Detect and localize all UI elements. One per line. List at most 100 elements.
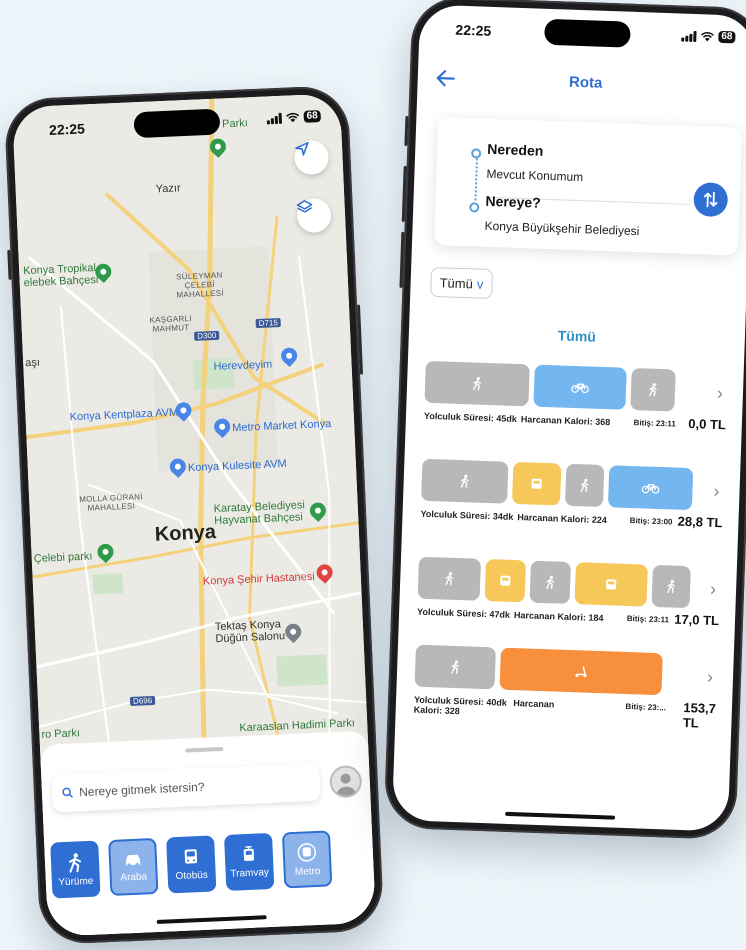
wifi-icon [700, 31, 714, 41]
search-bar[interactable] [51, 762, 321, 813]
map-label-herevdeyim: Herevdeyim [213, 358, 273, 374]
segment-bus [574, 562, 648, 607]
walk-icon [580, 478, 589, 493]
mode-label: Araba [120, 870, 148, 884]
chevron-right-icon: › [709, 578, 717, 600]
avatar[interactable] [329, 764, 363, 799]
side-button [404, 115, 409, 147]
route-segments [414, 644, 690, 697]
to-label: Nereye? [485, 192, 542, 211]
segment-walk [529, 560, 571, 604]
chevron-down-icon: v [476, 276, 484, 292]
route-calories: Harcanan Kalori: 368 [520, 414, 611, 428]
side-button [401, 165, 407, 222]
bike-icon [571, 383, 589, 394]
route-option[interactable]: › Yolculuk Süresi: 34dk Harcanan Kalori: … [420, 458, 727, 550]
segment-walk [651, 564, 691, 609]
route-option[interactable]: › Yolculuk Süresi: 40dk Harcanan Kalori:… [413, 644, 720, 746]
battery-icon: 68 [303, 110, 321, 123]
bus-icon [184, 848, 198, 864]
side-button [7, 249, 12, 280]
mode-bus[interactable]: Otobüs [166, 835, 217, 894]
segment-walk [417, 556, 482, 601]
segment-bike [533, 364, 627, 410]
status-time: 22:25 [48, 120, 86, 138]
map-label-karatay: Karatay Belediyesi Hayvanat Bahçesi [213, 499, 306, 528]
from-field[interactable]: Mevcut Konumum [486, 167, 583, 184]
status-time: 22:25 [455, 21, 492, 39]
route-meta: Yolculuk Süresi: 40dk Harcanan Kalori: 3… [414, 695, 555, 720]
sheet-grabber[interactable] [185, 746, 224, 753]
route-end-time: Bitiş: 23:... [625, 701, 667, 713]
road-tag-d300: D300 [194, 330, 220, 341]
layers-icon [296, 200, 313, 213]
mode-label: Yürüme [58, 875, 94, 888]
chevron-right-icon: › [713, 480, 720, 502]
map-label-kasgarli: KAŞGARLI MAHMUT [149, 313, 193, 334]
filter-value: Tümü [439, 274, 474, 291]
map-label-celebi: Çelebi parkı [33, 550, 93, 566]
from-label: Nereden [487, 140, 544, 159]
mode-car[interactable]: Araba [108, 837, 159, 897]
search-icon [62, 787, 73, 798]
filter-dropdown[interactable]: Tümü v [430, 266, 493, 300]
segment-bus [484, 559, 527, 603]
route-price: 153,7 TL [682, 699, 717, 731]
bus-icon [606, 578, 617, 590]
location-arrow-icon [295, 141, 309, 156]
map-label-ro: ro Parkı [41, 727, 81, 741]
segment-walk [421, 458, 509, 504]
phone-routes: 22:25 68 Rota Nereden Mevcut Konumum Ner… [383, 0, 746, 840]
swap-button[interactable] [693, 182, 729, 218]
side-button [399, 231, 405, 288]
route-end-time: Bitiş: 23:11 [633, 418, 677, 429]
bottom-sheet: Yürüme Araba Otobüs Tramvay Metro [39, 730, 376, 937]
mode-metro[interactable]: Metro [281, 830, 333, 889]
mode-tram[interactable]: Tramvay [223, 832, 275, 891]
map-label-tropikal: Konya Tropikal elebek Bahçesi [22, 262, 99, 290]
side-button [356, 304, 364, 375]
walk-icon [649, 383, 657, 397]
map-label-molla: MOLLA GÜRANİ MAHALLESİ [79, 492, 143, 513]
chevron-right-icon: › [706, 666, 714, 688]
route-option[interactable]: › Yolculuk Süresi: 47dk Harcanan Kalori: … [416, 556, 723, 648]
destination-dot [469, 202, 480, 213]
route-price: 0,0 TL [688, 415, 727, 433]
map-label-yazir: Yazır [155, 182, 181, 196]
tram-icon [243, 845, 255, 861]
map-label-tektas: Tektaş Konya Düğün Salonu [214, 618, 286, 646]
route-meta: Yolculuk Süresi: 47dk Harcanan Kalori: 18… [417, 607, 608, 624]
walk-icon [68, 852, 81, 873]
mode-walk[interactable]: Yürüme [50, 840, 101, 899]
bike-icon [641, 483, 660, 494]
route-connector [474, 158, 478, 201]
route-option[interactable]: › Yolculuk Süresi: 45dk Harcanan Kalori: … [423, 360, 730, 452]
to-field[interactable]: Konya Büyükşehir Belediyesi [484, 219, 639, 238]
walk-icon [445, 572, 454, 586]
segment-scooter [499, 647, 663, 696]
route-segments [417, 556, 693, 609]
mode-label: Tramvay [230, 866, 270, 880]
road-tag-d696: D696 [129, 695, 156, 706]
segment-walk [564, 463, 605, 508]
route-card: Nereden Mevcut Konumum Nereye? Konya Büy… [433, 117, 743, 256]
mode-label: Otobüs [175, 869, 209, 882]
route-price: 17,0 TL [673, 611, 720, 629]
segment-bus [511, 461, 562, 506]
search-input[interactable] [78, 774, 321, 800]
metro-icon [297, 842, 317, 862]
route-meta: Yolculuk Süresi: 34dk Harcanan Kalori: 22… [420, 509, 611, 526]
chevron-right-icon: › [716, 382, 724, 404]
dynamic-island [133, 108, 221, 139]
user-icon [336, 773, 357, 797]
map-screen: 22:25 68 Parkı Yazır Konya Tropikal eleb… [12, 93, 376, 937]
transport-modes: Yürüme Araba Otobüs Tramvay Metro [50, 830, 333, 899]
section-title: Tümü [557, 327, 597, 345]
route-price: 28,8 TL [677, 513, 723, 531]
scooter-icon [575, 666, 587, 678]
back-arrow-icon[interactable] [435, 69, 456, 88]
segment-walk [414, 644, 496, 690]
bus-icon [500, 575, 511, 586]
wifi-icon [286, 112, 300, 122]
swap-icon [703, 191, 718, 208]
